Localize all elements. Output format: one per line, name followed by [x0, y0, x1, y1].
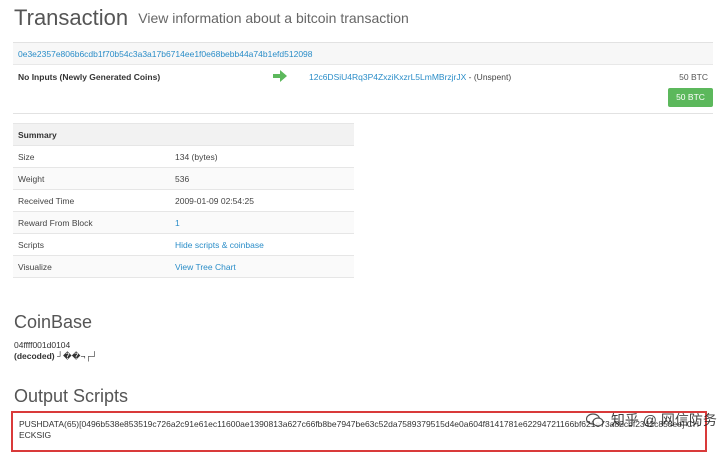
coinbase-heading: CoinBase	[14, 312, 93, 332]
view-tree-chart-link[interactable]: View Tree Chart	[175, 262, 236, 272]
coinbase-hex: 04ffff001d0104	[14, 340, 71, 350]
summary-header-row: Summary	[13, 123, 354, 146]
summary-heading: Summary	[13, 123, 354, 146]
summary-value-received-time: 2009-01-09 02:54:25	[170, 189, 354, 212]
transaction-box: 0e3e2357e806b6cdb1f70b54c3a3a17b6714ee1f…	[13, 42, 713, 114]
page-title-text: Transaction	[14, 5, 129, 30]
page-title: Transaction View information about a bit…	[14, 5, 409, 31]
table-row: Visualize View Tree Chart	[13, 255, 354, 278]
watermark-text: 知乎 @ 网信防务	[610, 412, 717, 428]
total-amount-button[interactable]: 50 BTC	[668, 88, 713, 107]
output-address-link[interactable]: 12c6DSiU4Rq3P4ZxziKxzrL5LmMBrzjrJX	[309, 72, 466, 82]
input-label: No Inputs (Newly Generated Coins)	[18, 72, 161, 82]
arrow-right-icon	[273, 70, 287, 82]
summary-label-scripts: Scripts	[13, 233, 170, 256]
summary-table: Summary Size 134 (bytes) Weight 536 Rece…	[13, 123, 354, 278]
hide-scripts-link[interactable]: Hide scripts & coinbase	[175, 240, 264, 250]
page-subtitle: View information about a bitcoin transac…	[138, 10, 409, 26]
output-scripts-heading: Output Scripts	[14, 386, 129, 406]
summary-label-received-time: Received Time	[13, 189, 170, 212]
output-amount: 50 BTC	[679, 72, 708, 82]
summary-label-size: Size	[13, 145, 170, 168]
output-entry: 12c6DSiU4Rq3P4ZxziKxzrL5LmMBrzjrJX - (Un…	[309, 72, 511, 82]
table-row: Size 134 (bytes)	[13, 145, 354, 168]
transaction-hash-row: 0e3e2357e806b6cdb1f70b54c3a3a17b6714ee1f…	[13, 43, 713, 65]
coinbase-decoded-label: (decoded)	[14, 351, 55, 361]
output-status: - (Unspent)	[466, 72, 512, 82]
table-row: Weight 536	[13, 167, 354, 190]
coinbase-decoded-value: ┘��¬┌┘	[57, 351, 98, 361]
table-row: Reward From Block 1	[13, 211, 354, 234]
watermark: 知乎 @ 网信防务	[586, 410, 717, 430]
summary-value-weight: 536	[170, 167, 354, 190]
table-row: Scripts Hide scripts & coinbase	[13, 233, 354, 256]
summary-label-reward-block: Reward From Block	[13, 211, 170, 234]
wechat-icon	[586, 413, 604, 427]
summary-value-size: 134 (bytes)	[170, 145, 354, 168]
table-row: Received Time 2009-01-09 02:54:25	[13, 189, 354, 212]
reward-block-link[interactable]: 1	[175, 218, 180, 228]
summary-label-weight: Weight	[13, 167, 170, 190]
summary-label-visualize: Visualize	[13, 255, 170, 278]
transaction-io-row: No Inputs (Newly Generated Coins) 12c6DS…	[13, 65, 713, 113]
coinbase-decoded: (decoded) ┘��¬┌┘	[14, 351, 97, 362]
transaction-hash-link[interactable]: 0e3e2357e806b6cdb1f70b54c3a3a17b6714ee1f…	[18, 49, 313, 59]
